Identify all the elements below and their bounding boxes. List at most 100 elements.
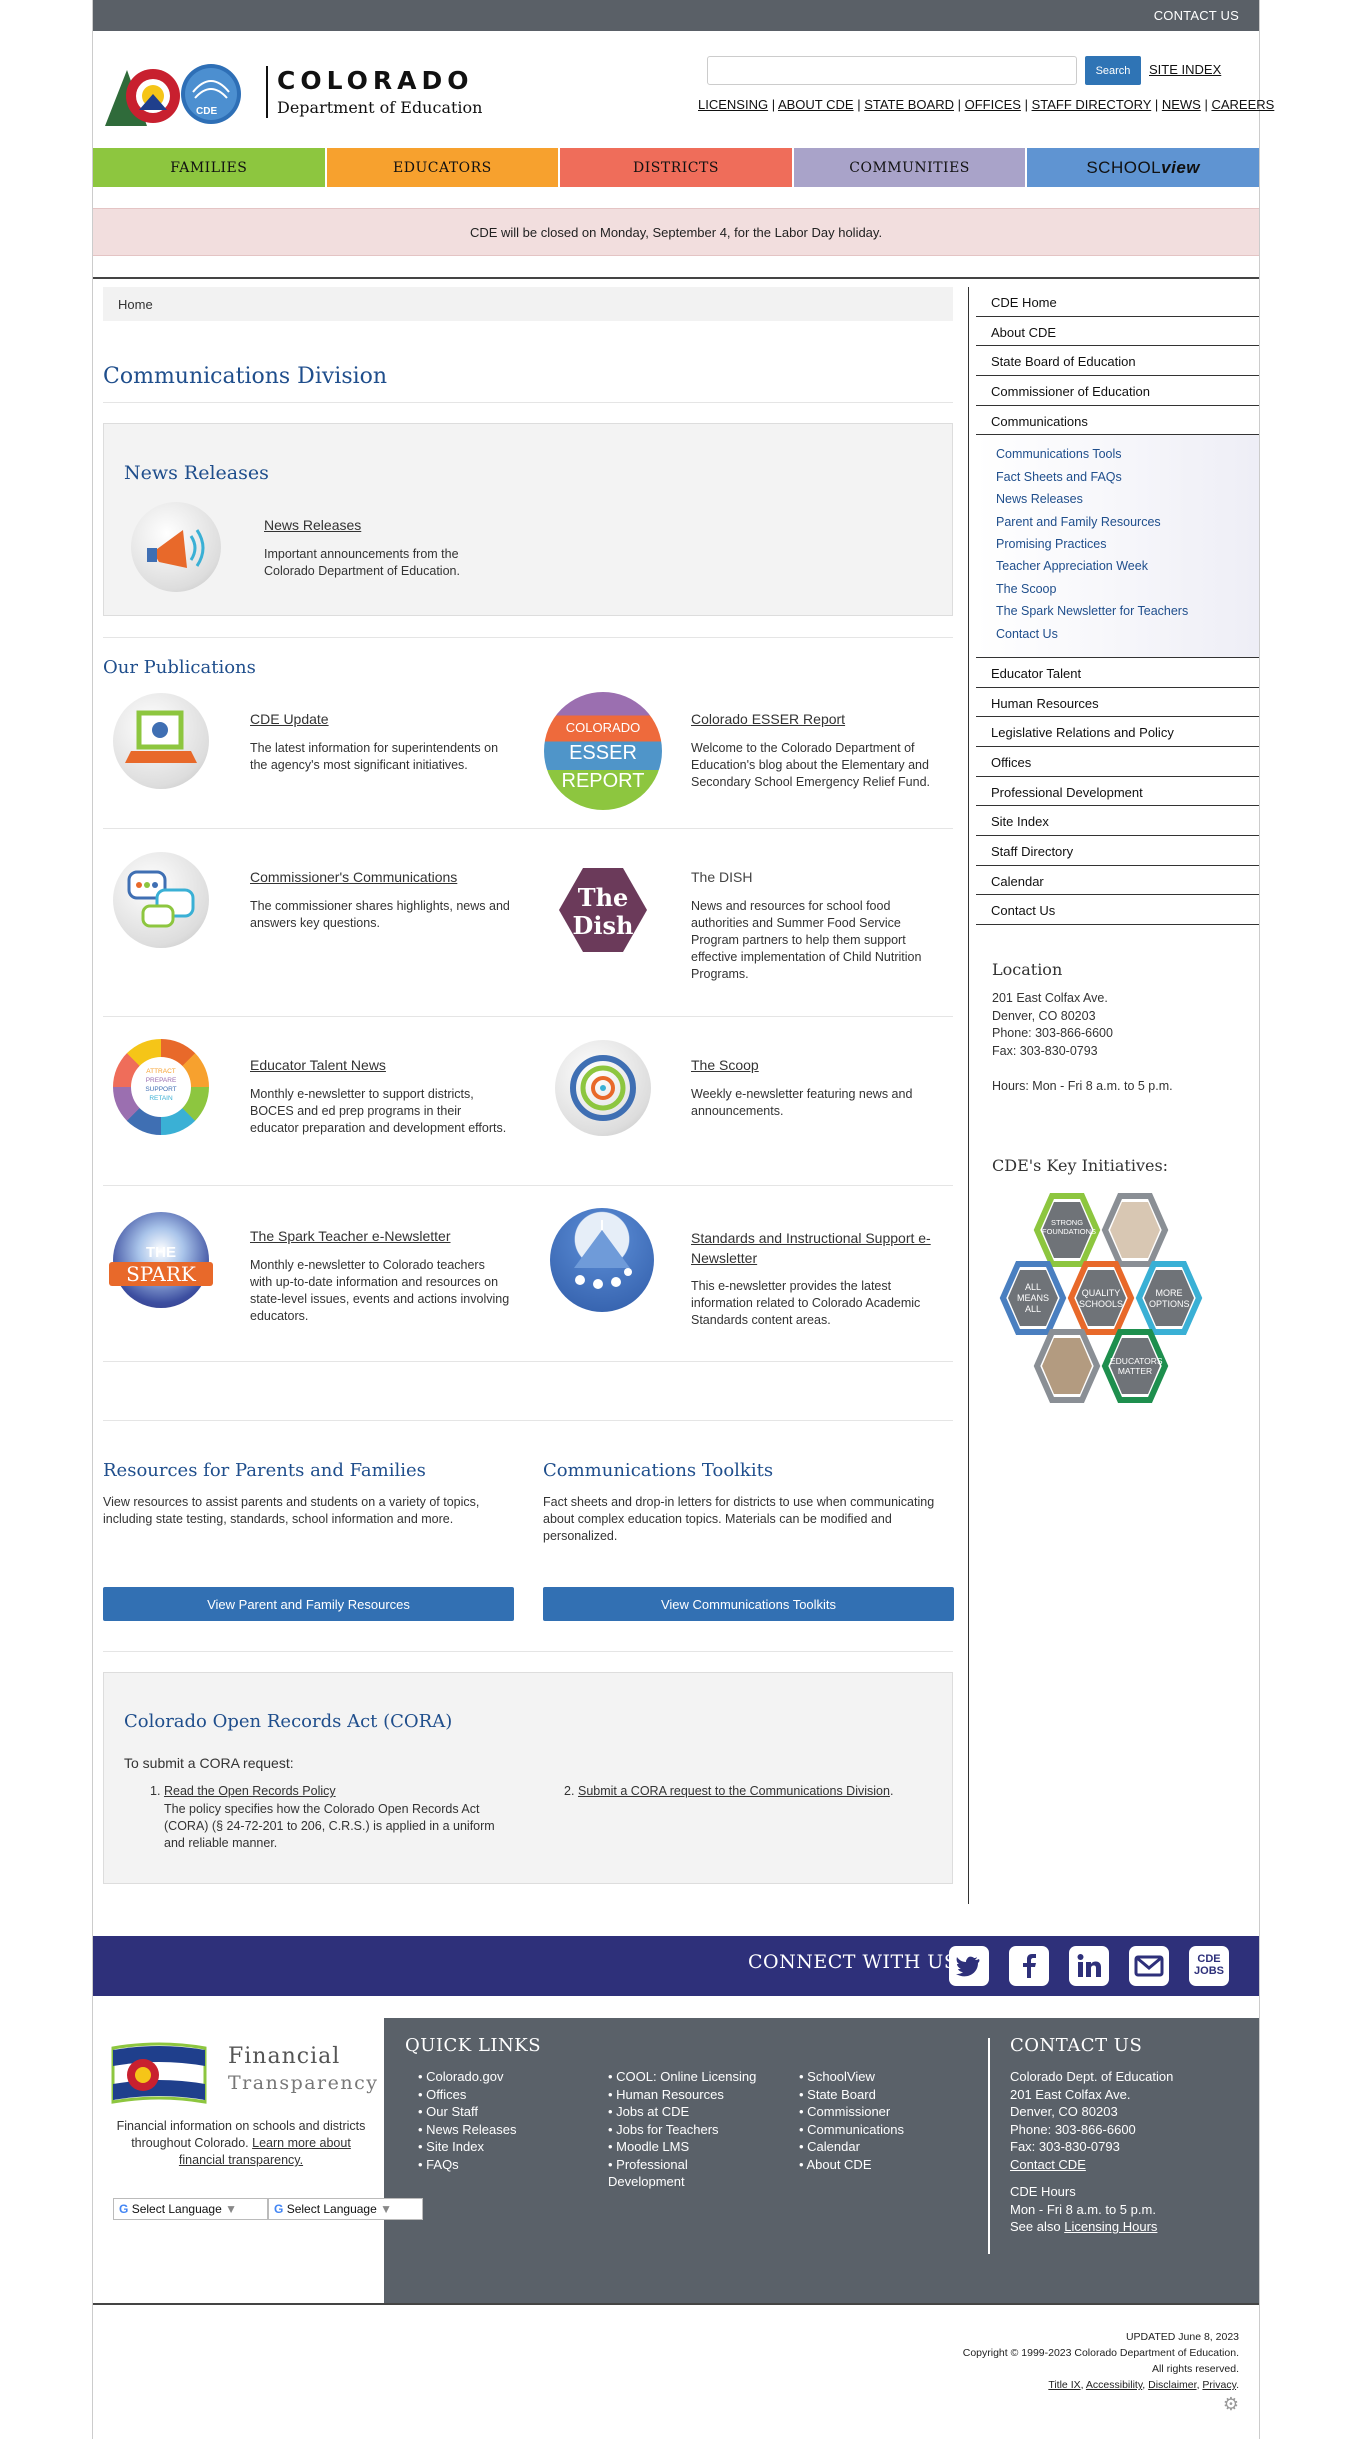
initiative-quality-schools[interactable]: QUALITY SCHOOLS	[1078, 1288, 1124, 1310]
sidebar-item-site-index[interactable]: Site Index	[976, 806, 1259, 837]
sidebar-sub-the-scoop[interactable]: The Scoop	[976, 582, 1259, 604]
sidebar-sub-news-releases[interactable]: News Releases	[976, 492, 1259, 514]
sidebar-item-about-cde[interactable]: About CDE	[976, 317, 1259, 347]
sidebar-sub-fact-sheets[interactable]: Fact Sheets and FAQs	[976, 470, 1259, 492]
contact-us-link[interactable]: CONTACT US	[1154, 8, 1239, 23]
sidebar-sub-contact-us[interactable]: Contact Us	[976, 627, 1259, 649]
quick-link[interactable]: Human Resources	[608, 2086, 768, 2104]
contact-cde-link[interactable]: Contact CDE	[1010, 2156, 1173, 2174]
cde-jobs-icon[interactable]: CDE JOBS	[1189, 1946, 1229, 1986]
address-line: 201 East Colfax Ave.	[992, 991, 1108, 1005]
quick-link[interactable]: Jobs for Teachers	[608, 2121, 768, 2139]
disclaimer-link[interactable]: Disclaimer	[1148, 2379, 1196, 2391]
sidebar-sub-teacher-appreciation[interactable]: Teacher Appreciation Week	[976, 559, 1259, 581]
quick-link[interactable]: Site Index	[418, 2138, 517, 2156]
sidebar-item-commissioner[interactable]: Commissioner of Education	[976, 376, 1259, 406]
address-fax: Fax: 303-830-0793	[992, 1043, 1098, 1058]
nav-educators[interactable]: EDUCATORS	[326, 148, 561, 187]
quick-link[interactable]: Jobs at CDE	[608, 2103, 768, 2121]
twitter-icon[interactable]	[949, 1946, 989, 1986]
accessibility-link[interactable]: Accessibility	[1086, 2379, 1142, 2391]
email-icon[interactable]	[1129, 1946, 1169, 1986]
news-link[interactable]: NEWS	[1162, 97, 1201, 112]
state-board-link[interactable]: STATE BOARD	[864, 97, 954, 112]
privacy-link[interactable]: Privacy	[1202, 2379, 1236, 2391]
educator-talent-news-link[interactable]: Educator Talent News	[250, 1057, 386, 1073]
quick-link[interactable]: Commissioner	[799, 2103, 904, 2121]
sidebar-item-staff-directory[interactable]: Staff Directory	[976, 836, 1259, 866]
quick-link[interactable]: FAQs	[418, 2156, 517, 2174]
cde-update-link[interactable]: CDE Update	[250, 711, 329, 727]
sidebar-item-offices[interactable]: Offices	[976, 747, 1259, 777]
nav-districts[interactable]: DISTRICTS	[560, 148, 794, 187]
view-communications-toolkits-button[interactable]: View Communications Toolkits	[543, 1587, 954, 1621]
sidebar-item-calendar[interactable]: Calendar	[976, 866, 1259, 896]
quick-link[interactable]: Moodle LMS	[608, 2138, 768, 2156]
cde-jobs-label-a: CDE	[1197, 1953, 1221, 1965]
site-index-link[interactable]: SITE INDEX	[1149, 62, 1221, 77]
title-ix-link[interactable]: Title IX	[1048, 2379, 1080, 2391]
esser-report-link[interactable]: Colorado ESSER Report	[691, 711, 845, 727]
breadcrumb-home[interactable]: Home	[118, 297, 153, 312]
sidebar-sub-spark[interactable]: The Spark Newsletter for Teachers	[976, 604, 1259, 626]
news-releases-link[interactable]: News Releases	[264, 517, 361, 533]
licensing-hours-link[interactable]: Licensing Hours	[1064, 2219, 1157, 2234]
sidebar-item-professional-development[interactable]: Professional Development	[976, 777, 1259, 807]
settings-gear-icon[interactable]: ⚙	[1223, 2394, 1239, 2415]
initiative-educators-matter[interactable]: EDUCATORS MATTER	[1110, 1356, 1163, 1376]
cora-item1-num: 1.	[150, 1784, 161, 1798]
cora-submit-link[interactable]: Submit a CORA request to the Communicati…	[578, 1784, 890, 1798]
sidebar-sub-promising-practices[interactable]: Promising Practices	[976, 537, 1259, 559]
staff-directory-link[interactable]: STAFF DIRECTORY	[1032, 97, 1152, 112]
cora-heading: Colorado Open Records Act (CORA)	[124, 1711, 453, 1732]
sidebar-item-cde-home[interactable]: CDE Home	[976, 287, 1259, 317]
sidebar-sub-parent-family[interactable]: Parent and Family Resources	[976, 515, 1259, 537]
about-cde-link[interactable]: ABOUT CDE	[778, 97, 854, 112]
sidebar-item-educator-talent[interactable]: Educator Talent	[976, 658, 1259, 688]
sidebar-item-human-resources[interactable]: Human Resources	[976, 688, 1259, 718]
quick-link[interactable]: Colorado.gov	[418, 2068, 517, 2086]
careers-link[interactable]: CAREERS	[1211, 97, 1274, 112]
quick-link[interactable]: News Releases	[418, 2121, 516, 2139]
cde-logo[interactable]: CDE COLORADO Department of Education	[103, 62, 483, 132]
initiative-all-means-all[interactable]: ALL MEANS ALL	[1015, 1282, 1051, 1315]
offices-link[interactable]: OFFICES	[965, 97, 1021, 112]
nav-families[interactable]: FAMILIES	[93, 148, 327, 187]
standards-newsletter-link[interactable]: Standards and Instructional Support e-Ne…	[691, 1228, 956, 1268]
key-initiatives-graphic[interactable]: STRONG FOUNDATIONS ALL MEANS ALL QUALITY…	[992, 1190, 1242, 1430]
licensing-link[interactable]: LICENSING	[698, 97, 768, 112]
search-input[interactable]	[707, 56, 1077, 85]
contact-line: Fax: 303-830-0793	[1010, 2139, 1120, 2154]
commissioners-communications-link[interactable]: Commissioner's Communications	[250, 869, 457, 885]
quick-link[interactable]: COOL: Online Licensing	[608, 2068, 768, 2086]
language-selector-2[interactable]: G Select Language ▼	[268, 2198, 423, 2220]
sidebar-item-legislative[interactable]: Legislative Relations and Policy	[976, 717, 1259, 748]
search-button[interactable]: Search	[1085, 56, 1141, 85]
location-heading: Location	[992, 960, 1063, 979]
nav-communities[interactable]: COMMUNITIES	[793, 148, 1028, 187]
quick-link[interactable]: Offices	[418, 2086, 517, 2104]
cora-policy-link[interactable]: Read the Open Records Policy	[164, 1784, 336, 1798]
sidebar-sub-communications-tools[interactable]: Communications Tools	[976, 447, 1259, 469]
quick-link[interactable]: SchoolView	[799, 2068, 904, 2086]
quick-link[interactable]: Communications	[799, 2121, 904, 2139]
sidebar-item-state-board[interactable]: State Board of Education	[976, 346, 1259, 377]
contact-line: 201 East Colfax Ave.	[1010, 2086, 1131, 2102]
view-parent-family-resources-button[interactable]: View Parent and Family Resources	[103, 1587, 514, 1621]
quick-link[interactable]: About CDE	[799, 2156, 904, 2174]
initiative-strong-foundations[interactable]: STRONG FOUNDATIONS	[1042, 1218, 1096, 1236]
initiative-more-options[interactable]: MORE OPTIONS	[1149, 1288, 1190, 1310]
facebook-icon[interactable]	[1009, 1946, 1049, 1986]
the-scoop-link[interactable]: The Scoop	[691, 1057, 759, 1073]
sidebar-item-contact-us[interactable]: Contact Us	[976, 895, 1259, 926]
quick-link[interactable]: Professional Development	[608, 2156, 718, 2191]
sidebar-item-communications[interactable]: Communications	[976, 406, 1259, 436]
quick-link[interactable]: Our Staff	[418, 2103, 517, 2121]
quick-link[interactable]: Calendar	[799, 2138, 904, 2156]
nav-schoolview[interactable]: SCHOOL view	[1027, 148, 1259, 187]
quick-link[interactable]: State Board	[799, 2086, 904, 2104]
linkedin-icon[interactable]	[1069, 1946, 1109, 1986]
spark-newsletter-link[interactable]: The Spark Teacher e-Newsletter	[250, 1228, 451, 1244]
footer-contact: Colorado Dept. of Education 201 East Col…	[1010, 2068, 1173, 2236]
language-selector-1[interactable]: G Select Language ▼	[113, 2198, 268, 2220]
